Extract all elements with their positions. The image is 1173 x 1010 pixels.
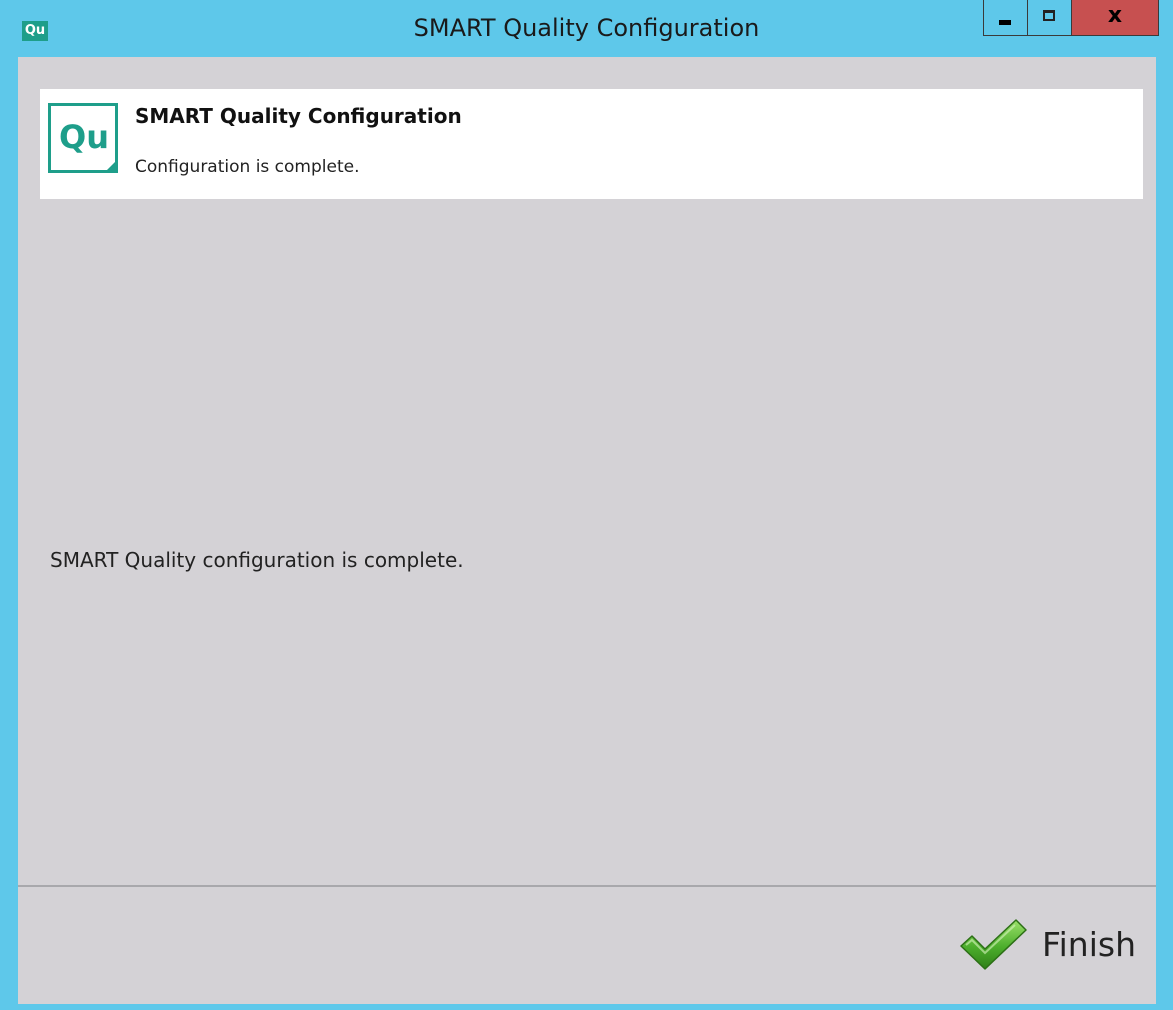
app-window: Qu SMART Quality Configuration x Qu SMAR… xyxy=(0,0,1173,1010)
close-button[interactable]: x xyxy=(1071,0,1159,36)
wizard-content: Qu SMART Quality Configuration Configura… xyxy=(18,57,1156,1004)
finish-label: Finish xyxy=(1042,924,1136,964)
finish-button[interactable]: Finish xyxy=(958,914,1136,974)
checkmark-icon xyxy=(960,919,1027,970)
close-icon: x xyxy=(1107,3,1123,28)
footer-separator xyxy=(18,885,1156,887)
title-bar[interactable]: Qu SMART Quality Configuration x xyxy=(0,0,1173,57)
minimize-button[interactable] xyxy=(983,0,1027,36)
maximize-button[interactable] xyxy=(1027,0,1071,36)
product-logo: Qu xyxy=(48,103,118,173)
logo-corner xyxy=(104,159,118,173)
completion-message: SMART Quality configuration is complete. xyxy=(50,548,464,572)
logo-text: Qu xyxy=(59,118,109,156)
minimize-icon xyxy=(999,20,1011,25)
maximize-icon xyxy=(1043,10,1055,21)
header-title: SMART Quality Configuration xyxy=(135,104,462,128)
header-panel: Qu SMART Quality Configuration Configura… xyxy=(40,89,1143,199)
window-controls: x xyxy=(983,0,1159,37)
header-subtitle: Configuration is complete. xyxy=(135,157,360,177)
